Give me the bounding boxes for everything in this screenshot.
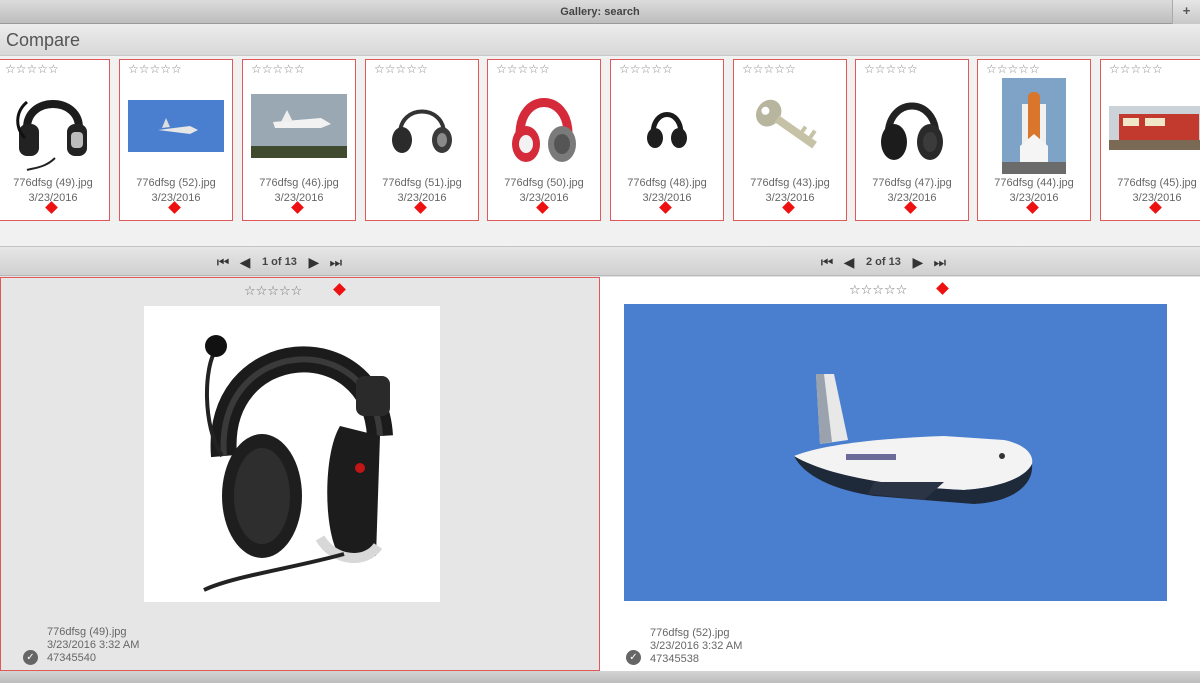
thumbnail-card[interactable]: ☆☆☆☆☆ 776dfsg (51).jpg 3/23/2016 (365, 59, 479, 221)
thumbnail-card[interactable]: ☆☆☆☆☆ 776dfsg (44).jpg 3/23/2016 (977, 59, 1091, 221)
rating-stars[interactable]: ☆☆☆☆☆ (1109, 63, 1163, 75)
thumbnail-card[interactable]: ☆☆☆☆☆ 776dfsg (47).jpg 3/23/2016 (855, 59, 969, 221)
flag-icon[interactable] (936, 282, 949, 295)
thumbnail-card[interactable]: ☆☆☆☆☆ 776dfsg (49).jpg 3/23/2016 (0, 59, 110, 221)
rating-stars[interactable]: ☆☆☆☆☆ (251, 63, 305, 75)
window-title: Gallery: search (560, 6, 640, 18)
thumbnail-name: 776dfsg (44).jpg (994, 177, 1074, 189)
file-size: 47345540 (47, 652, 96, 664)
shuttle-launchpad-image (1002, 78, 1066, 174)
check-icon[interactable]: ✓ (626, 650, 641, 665)
rating-stars[interactable]: ☆☆☆☆☆ (374, 63, 428, 75)
plus-icon[interactable]: + (1172, 0, 1200, 24)
left-pager: ⏮ ◀ 1 of 13 ▶ ⏭ (212, 253, 347, 271)
space-shuttle-image (624, 304, 1167, 601)
rating-stars[interactable]: ☆☆☆☆☆ (619, 63, 673, 75)
right-page-indicator: 2 of 13 (866, 256, 901, 268)
thumbnail-name: 776dfsg (48).jpg (627, 177, 707, 189)
page-title: Compare (6, 30, 81, 50)
thumbnail-card[interactable]: ☆☆☆☆☆ 776dfsg (46).jpg 3/23/2016 (242, 59, 356, 221)
thumbnail-name: 776dfsg (51).jpg (382, 177, 462, 189)
train-image (1109, 106, 1200, 150)
rating-stars[interactable]: ☆☆☆☆☆ (5, 63, 59, 75)
rating-stars[interactable]: ☆☆☆☆☆ (742, 63, 796, 75)
left-compare-panel[interactable]: ☆☆☆☆☆ 776dfsg (49).jpg 3/23/2016 3:32 AM… (0, 277, 600, 671)
rating-stars[interactable]: ☆☆☆☆☆ (849, 282, 907, 298)
window-titlebar: Gallery: search + (0, 0, 1200, 24)
red-headphones-image (512, 98, 576, 162)
thumbnail-card[interactable]: ☆☆☆☆☆ 776dfsg (50).jpg 3/23/2016 (487, 59, 601, 221)
file-datetime: 3/23/2016 3:32 AM (47, 639, 140, 651)
status-bar (0, 671, 1200, 683)
thumbnail-name: 776dfsg (50).jpg (504, 177, 584, 189)
space-shuttle-image (128, 100, 224, 152)
thumbnail-name: 776dfsg (47).jpg (872, 177, 952, 189)
thumbnail-name: 776dfsg (49).jpg (13, 177, 93, 189)
thumbnail-name: 776dfsg (45).jpg (1117, 177, 1197, 189)
last-page-icon[interactable]: ⏭ (929, 253, 951, 271)
thumbnail-strip: ☆☆☆☆☆ 776dfsg (49).jpg 3/23/2016 ☆☆☆☆☆ 7… (0, 56, 1200, 246)
thumbnail-card[interactable]: ☆☆☆☆☆ 776dfsg (52).jpg 3/23/2016 (119, 59, 233, 221)
thumbnail-card[interactable]: ☆☆☆☆☆ 776dfsg (43).jpg 3/23/2016 (733, 59, 847, 221)
first-page-icon[interactable]: ⏮ (212, 253, 234, 271)
rating-stars[interactable]: ☆☆☆☆☆ (986, 63, 1040, 75)
black-headphones-image (647, 112, 687, 148)
left-page-indicator: 1 of 13 (262, 256, 297, 268)
shuttle-landing-image (251, 94, 347, 158)
right-compare-panel[interactable]: ☆☆☆☆☆ 776dfsg (52).jpg 3/23/2016 3:32 AM… (600, 277, 1200, 671)
prev-page-icon[interactable]: ◀ (838, 253, 860, 271)
thumbnail-name: 776dfsg (52).jpg (136, 177, 216, 189)
rating-stars[interactable]: ☆☆☆☆☆ (864, 63, 918, 75)
prev-page-icon[interactable]: ◀ (234, 253, 256, 271)
over-ear-headphones-image (881, 102, 943, 160)
headphones-image (392, 109, 452, 153)
thumbnail-date: 3/23/2016 (1132, 192, 1182, 204)
left-meta: 776dfsg (49).jpg 3/23/2016 3:32 AM 47345… (47, 626, 139, 665)
flag-icon[interactable] (333, 283, 346, 296)
first-page-icon[interactable]: ⏮ (816, 253, 838, 271)
next-page-icon[interactable]: ▶ (907, 253, 929, 271)
thumbnail-name: 776dfsg (43).jpg (750, 177, 830, 189)
rating-stars[interactable]: ☆☆☆☆☆ (496, 63, 550, 75)
compare-navbar: ⏮ ◀ 1 of 13 ▶ ⏭ ⏮ ◀ 2 of 13 ▶ ⏭ (0, 246, 1200, 276)
thumbnail-name: 776dfsg (46).jpg (259, 177, 339, 189)
rating-stars[interactable]: ☆☆☆☆☆ (128, 63, 182, 75)
file-size: 47345538 (650, 653, 699, 665)
next-page-icon[interactable]: ▶ (303, 253, 325, 271)
thumbnail-date: 3/23/2016 (28, 192, 78, 204)
check-icon[interactable]: ✓ (23, 650, 38, 665)
thumbnail-card[interactable]: ☆☆☆☆☆ 776dfsg (45).jpg 3/23/2016 (1100, 59, 1200, 221)
file-name: 776dfsg (49).jpg (47, 626, 127, 638)
file-datetime: 3/23/2016 3:32 AM (650, 640, 743, 652)
headset-image (16, 100, 87, 171)
file-name: 776dfsg (52).jpg (650, 627, 730, 639)
last-page-icon[interactable]: ⏭ (325, 253, 347, 271)
compare-header: Compare (0, 24, 1200, 56)
headset-image (144, 306, 440, 602)
right-pager: ⏮ ◀ 2 of 13 ▶ ⏭ (816, 253, 951, 271)
rating-stars[interactable]: ☆☆☆☆☆ (244, 283, 302, 299)
key-image (756, 99, 817, 149)
thumbnail-card[interactable]: ☆☆☆☆☆ 776dfsg (48).jpg 3/23/2016 (610, 59, 724, 221)
right-meta: 776dfsg (52).jpg 3/23/2016 3:32 AM 47345… (650, 627, 742, 666)
